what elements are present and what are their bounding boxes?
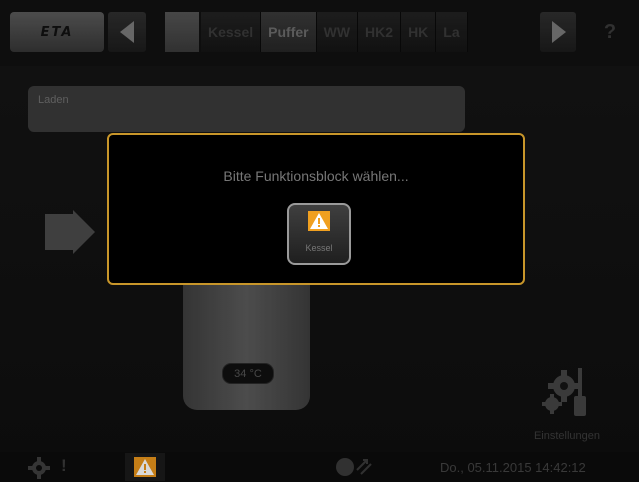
tab-strip: Kessel Puffer WW HK2 HK La [201, 12, 468, 52]
bottom-bar: ! Do., 05.11.2015 14:42:12 [0, 452, 639, 482]
tab-la[interactable]: La [436, 12, 468, 52]
top-bar: ETA Kessel Puffer WW HK2 HK La ? [0, 0, 639, 66]
logo-text: ETA [40, 24, 74, 40]
tab-ww[interactable]: WW [316, 12, 359, 52]
tab-puffer[interactable]: Puffer [261, 12, 317, 52]
alert-exclamation: ! [61, 456, 67, 475]
laden-field[interactable]: Laden [28, 86, 465, 132]
warning-button[interactable] [125, 453, 165, 481]
settings-label: Einstellungen [533, 430, 601, 442]
gears-icon [542, 368, 586, 416]
gear-icon[interactable] [27, 457, 51, 479]
tab-kessel[interactable]: Kessel [201, 12, 262, 52]
temperature-badge: 34 °C [222, 363, 274, 384]
tab-label: HK [408, 24, 429, 40]
tab-hk2[interactable]: HK2 [358, 12, 402, 52]
tab-label: HK2 [365, 24, 394, 40]
tab-label: Puffer [268, 24, 309, 40]
tab-label: La [443, 24, 460, 40]
tab-hk[interactable]: HK [401, 12, 437, 52]
kessel-button-label: Kessel [305, 243, 333, 253]
nav-left-button[interactable] [108, 12, 146, 52]
warning-icon [134, 457, 156, 477]
temperature-value: 34 °C [234, 367, 262, 380]
help-label: ? [603, 20, 617, 43]
help-button[interactable]: ? [590, 12, 630, 52]
arrow-right-icon [45, 210, 95, 254]
buffer-tank[interactable] [183, 285, 310, 410]
nav-right-button[interactable] [540, 12, 576, 52]
chevron-right-icon [552, 21, 566, 43]
dialog-message: Bitte Funktionsblock wählen... [223, 168, 409, 184]
tab-blank[interactable] [165, 12, 199, 52]
tab-label: WW [323, 24, 351, 40]
warning-icon [308, 211, 330, 231]
datetime: Do., 05.11.2015 14:42:12 [440, 460, 586, 475]
screen: ETA Kessel Puffer WW HK2 HK La ? Laden 3… [0, 0, 639, 482]
chevron-left-icon [120, 21, 134, 43]
network-icon[interactable] [333, 456, 373, 478]
eta-logo[interactable]: ETA [10, 12, 104, 52]
laden-label: Laden [38, 94, 69, 106]
tab-label: Kessel [208, 24, 254, 40]
select-block-dialog: Bitte Funktionsblock wählen... Kessel [107, 133, 525, 285]
kessel-block-button[interactable]: Kessel [287, 203, 351, 265]
settings-button[interactable]: Einstellungen [512, 362, 622, 442]
